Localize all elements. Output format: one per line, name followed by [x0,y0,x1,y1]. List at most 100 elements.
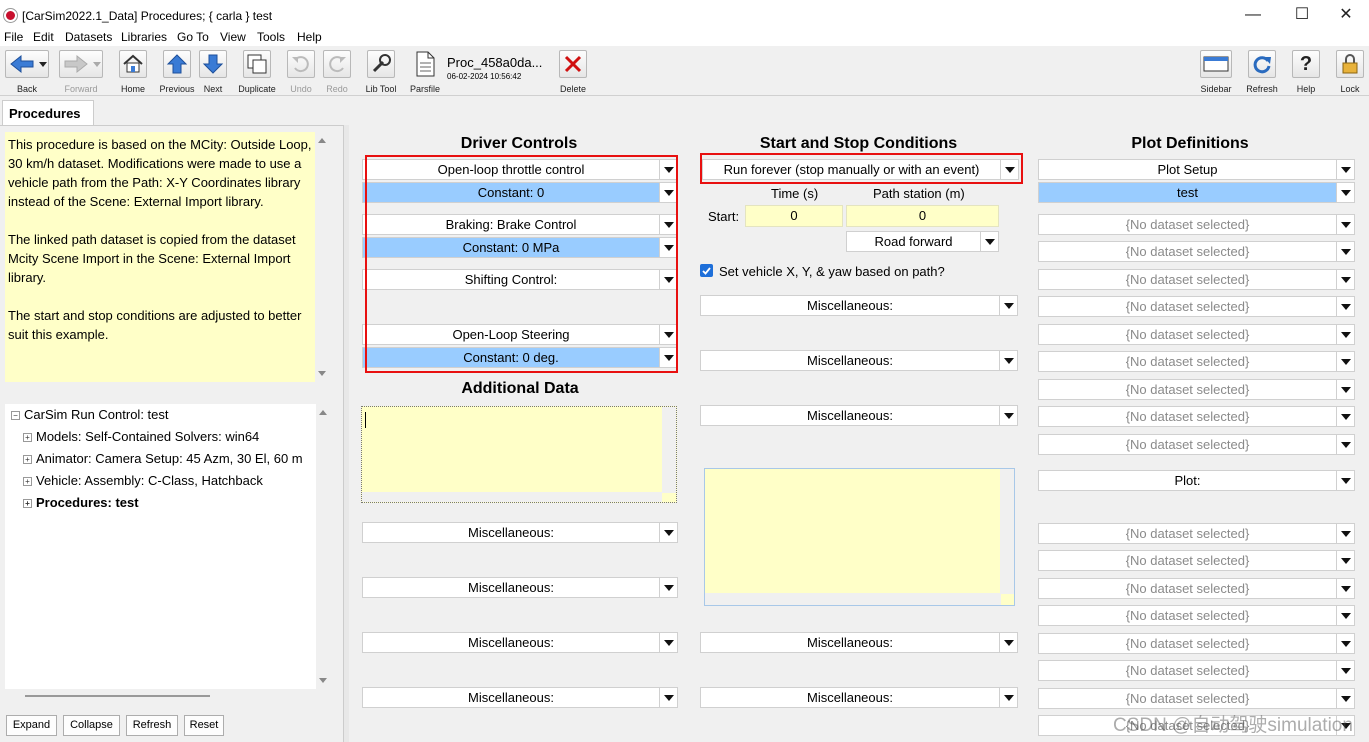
plot-dataset-13[interactable]: {No dataset selected} [1038,605,1355,626]
additional-data-scrollbar[interactable] [662,407,676,493]
ss-notes-hscrollbar[interactable] [705,593,1001,605]
close-window-button[interactable]: ✕ [1326,4,1366,26]
plot-dataset-14[interactable]: {No dataset selected} [1038,633,1355,654]
misc-dropdown-3[interactable]: Miscellaneous: [362,632,678,653]
expand-icon[interactable]: + [23,477,32,486]
menu-help[interactable]: Help [297,30,322,44]
start-station-field[interactable]: 0 [846,205,999,227]
chevron-down-icon[interactable] [1336,215,1354,234]
set-xy-checkbox[interactable] [700,264,713,277]
plot-dataset-15[interactable]: {No dataset selected} [1038,660,1355,681]
chevron-down-icon[interactable] [1336,270,1354,289]
plot-dataset-4[interactable]: {No dataset selected} [1038,296,1355,317]
plot-dataset-2[interactable]: {No dataset selected} [1038,241,1355,262]
next-button[interactable]: Next [198,50,228,94]
collapse-icon[interactable]: − [11,411,20,420]
maximize-button[interactable]: ☐ [1282,4,1322,26]
tree-node-procedures[interactable]: + Procedures: test [23,495,139,510]
menu-goto[interactable]: Go To [177,30,209,44]
menu-file[interactable]: File [4,30,23,44]
plot-dataset-12[interactable]: {No dataset selected} [1038,578,1355,599]
chevron-down-icon[interactable] [999,406,1017,425]
ss-misc-dropdown-1[interactable]: Miscellaneous: [700,295,1018,316]
expand-button[interactable]: Expand [6,715,57,736]
ss-notes-input[interactable] [704,468,1015,606]
redo-button[interactable]: Redo [322,50,352,94]
chevron-down-icon[interactable] [999,351,1017,370]
expand-icon[interactable]: + [23,455,32,464]
chevron-down-icon[interactable] [980,232,998,251]
delete-button[interactable]: Delete [558,50,588,94]
sidebar-button[interactable]: Sidebar [1198,50,1234,94]
lock-button[interactable]: Lock [1334,50,1366,94]
start-time-field[interactable]: 0 [745,205,843,227]
tree-node-vehicle[interactable]: + Vehicle: Assembly: C-Class, Hatchback [23,473,263,488]
ss-misc-dropdown-3[interactable]: Miscellaneous: [700,405,1018,426]
plot-dataset-1[interactable]: {No dataset selected} [1038,214,1355,235]
chevron-down-icon[interactable] [659,578,677,597]
chevron-down-icon[interactable] [1336,524,1354,543]
undo-button[interactable]: Undo [286,50,316,94]
chevron-down-icon[interactable] [999,296,1017,315]
plot-dataset-5[interactable]: {No dataset selected} [1038,324,1355,345]
previous-button[interactable]: Previous [158,50,196,94]
menu-view[interactable]: View [220,30,246,44]
ss-misc-dropdown-4[interactable]: Miscellaneous: [700,632,1018,653]
minimize-button[interactable]: — [1233,4,1273,26]
misc-dropdown-4[interactable]: Miscellaneous: [362,687,678,708]
reset-button[interactable]: Reset [184,715,224,736]
plot-dropdown[interactable]: Plot: [1038,470,1355,491]
chevron-down-icon[interactable] [1336,183,1354,202]
chevron-down-icon[interactable] [1336,380,1354,399]
chevron-down-icon[interactable] [1336,634,1354,653]
refresh-button[interactable]: Refresh [1244,50,1280,94]
chevron-down-icon[interactable] [999,633,1017,652]
road-direction-dropdown[interactable]: Road forward [846,231,999,252]
plot-dataset-8[interactable]: {No dataset selected} [1038,406,1355,427]
home-button[interactable]: Home [116,50,150,94]
collapse-button[interactable]: Collapse [63,715,120,736]
chevron-down-icon[interactable] [1336,689,1354,708]
misc-dropdown-1[interactable]: Miscellaneous: [362,522,678,543]
plot-dataset-11[interactable]: {No dataset selected} [1038,550,1355,571]
plot-dataset-7[interactable]: {No dataset selected} [1038,379,1355,400]
additional-data-input[interactable] [361,406,677,503]
ss-misc-dropdown-5[interactable]: Miscellaneous: [700,687,1018,708]
ss-notes-scrollbar[interactable] [1000,469,1014,594]
plot-dataset-3[interactable]: {No dataset selected} [1038,269,1355,290]
chevron-down-icon[interactable] [1336,551,1354,570]
chevron-down-icon[interactable] [1336,435,1354,454]
chevron-down-icon[interactable] [1336,471,1354,490]
tree-refresh-button[interactable]: Refresh [126,715,178,736]
chevron-down-icon[interactable] [1336,297,1354,316]
plot-dataset-16[interactable]: {No dataset selected} [1038,688,1355,709]
plot-dataset-10[interactable]: {No dataset selected} [1038,523,1355,544]
chevron-down-icon[interactable] [659,633,677,652]
chevron-down-icon[interactable] [1336,661,1354,680]
notes-scrollbar[interactable] [315,132,329,382]
chevron-down-icon[interactable] [1336,407,1354,426]
chevron-down-icon[interactable] [659,688,677,707]
tree-scrollbar[interactable] [316,404,330,689]
tree-hscrollbar[interactable] [25,695,210,697]
notes-panel[interactable]: This procedure is based on the MCity: Ou… [5,132,315,382]
expand-icon[interactable]: + [23,433,32,442]
menu-tools[interactable]: Tools [257,30,285,44]
plot-dataset-6[interactable]: {No dataset selected} [1038,351,1355,372]
dataset-tree[interactable]: − CarSim Run Control: test + Models: Self-… [5,404,316,689]
help-button[interactable]: ? Help [1290,50,1322,94]
expand-icon[interactable]: + [23,499,32,508]
tree-node-animator[interactable]: + Animator: Camera Setup: 45 Azm, 30 El, … [23,451,315,466]
tab-procedures[interactable]: Procedures [2,100,94,126]
menu-edit[interactable]: Edit [33,30,54,44]
chevron-down-icon[interactable] [1336,160,1354,179]
chevron-down-icon[interactable] [1336,579,1354,598]
misc-dropdown-2[interactable]: Miscellaneous: [362,577,678,598]
chevron-down-icon[interactable] [1336,325,1354,344]
forward-button[interactable]: Forward [58,50,104,94]
plot-dataset-9[interactable]: {No dataset selected} [1038,434,1355,455]
chevron-down-icon[interactable] [999,688,1017,707]
tree-node-models[interactable]: + Models: Self-Contained Solvers: win64 [23,429,259,444]
parsfile-button[interactable]: Parsfile [408,50,442,94]
duplicate-button[interactable]: Duplicate [236,50,278,94]
